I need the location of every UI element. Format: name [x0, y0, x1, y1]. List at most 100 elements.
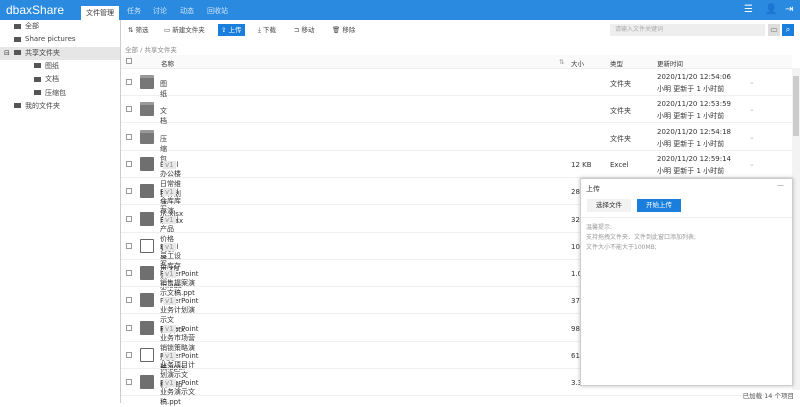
- sidebar-item[interactable]: 压缩包: [0, 87, 66, 100]
- row-checkbox[interactable]: [126, 379, 132, 386]
- row-checkbox[interactable]: [126, 270, 132, 277]
- file-size: 28: [571, 188, 580, 197]
- move-button[interactable]: ⊐ 移动: [291, 24, 318, 36]
- row-checkbox[interactable]: [126, 160, 132, 167]
- file-type: 文件夹: [610, 134, 631, 143]
- row-checkbox[interactable]: [126, 188, 132, 195]
- table-row[interactable]: 压缩包 文件夹 2020/11/20 12:54:18 小明 更新于 1 小时前 ⌄: [121, 124, 792, 163]
- chevron-down-icon[interactable]: ⌄: [749, 133, 755, 141]
- upload-button[interactable]: ⇪ 上传: [218, 24, 245, 36]
- file-size: 12 KB: [571, 160, 592, 169]
- col-type[interactable]: 类型: [610, 58, 623, 68]
- tab-tasks[interactable]: 任务: [127, 6, 141, 16]
- sidebar-item[interactable]: 文档: [0, 73, 59, 86]
- scrollbar[interactable]: [792, 68, 800, 390]
- top-bar: dbaxShare 文件管理 任务 讨论 动态 回收站 ☰ 👤 ⇥: [0, 0, 800, 20]
- xls-file-icon: [140, 184, 154, 199]
- row-checkbox[interactable]: [126, 106, 132, 113]
- minimize-icon[interactable]: —: [777, 181, 784, 189]
- search-icon[interactable]: ⌕: [782, 24, 794, 36]
- choose-file-button[interactable]: 选择文件: [587, 199, 631, 212]
- folder-search-icon[interactable]: ▭: [768, 24, 780, 36]
- row-checkbox[interactable]: [126, 242, 132, 249]
- collapse-icon[interactable]: ⊟: [4, 47, 10, 60]
- search-input[interactable]: 请输入文件关键词: [610, 24, 765, 36]
- col-name[interactable]: 名称: [161, 58, 174, 68]
- upload-label: 上传: [228, 26, 242, 34]
- folder-add-icon: ▭: [164, 26, 173, 34]
- move-label: 移动: [301, 26, 315, 34]
- updated-time: 2020/11/20 12:53:59: [657, 100, 732, 109]
- sidebar: 全部 Share pictures ⊟ 共享文件夹图纸文档压缩包我的文件夹: [0, 20, 121, 403]
- sidebar-item-label: 文档: [45, 75, 59, 84]
- version-badge: v1: [163, 242, 176, 251]
- tip-line: 文件大小不能大于100MB;: [586, 244, 657, 251]
- new-folder-button[interactable]: ▭ 新建文件夹: [161, 24, 208, 36]
- row-checkbox[interactable]: [126, 215, 132, 222]
- sidebar-item-label: 压缩包: [45, 88, 66, 97]
- download-label: 下载: [262, 26, 276, 34]
- tab-activity[interactable]: 动态: [180, 6, 194, 16]
- sidebar-item[interactable]: 图纸: [0, 60, 59, 73]
- file-size: 61: [571, 352, 580, 360]
- divider: [581, 217, 792, 218]
- user-icon[interactable]: 👤: [765, 4, 777, 15]
- ppt-file-icon: [140, 266, 154, 281]
- delete-button[interactable]: 🗑 移除: [329, 24, 358, 36]
- version-badge: v1: [163, 297, 176, 306]
- sidebar-item[interactable]: 我的文件夹: [0, 100, 60, 113]
- col-updated[interactable]: 更新时间: [657, 58, 683, 68]
- updated-by: 小明 更新于 1 小时前: [657, 166, 725, 175]
- upload-icon: ⇪: [221, 26, 229, 34]
- xls-file-icon: [140, 156, 154, 171]
- file-size: 98: [571, 324, 580, 333]
- doc-file-icon: [140, 238, 154, 253]
- version-badge: v1: [163, 270, 176, 279]
- table-row[interactable]: Excel办公楼日常维护计划演示.xlsxv112 KBExcel2020/11…: [121, 151, 792, 218]
- table-row[interactable]: 图纸 文件夹 2020/11/20 12:54:06 小明 更新于 1 小时前 ⌄: [121, 69, 792, 98]
- move-icon: ⊐: [294, 26, 302, 34]
- tab-recycle-bin[interactable]: 回收站: [207, 6, 228, 16]
- folder-icon: [34, 90, 41, 95]
- chevron-down-icon[interactable]: ⌄: [749, 78, 755, 86]
- sidebar-item-label: 共享文件夹: [25, 48, 60, 57]
- scrollbar-thumb[interactable]: [793, 76, 799, 136]
- tab-discussion[interactable]: 讨论: [153, 6, 167, 16]
- logo: dbaxShare: [6, 3, 65, 17]
- download-button[interactable]: ⤓ 下载: [255, 24, 279, 36]
- folder-icon: [34, 63, 41, 69]
- upload-panel: 上传 — 选择文件 开始上传 温馨提示: 支持拖拽文件夹、文件到此窗口添加列表;…: [580, 178, 793, 386]
- version-badge: v1: [163, 160, 176, 169]
- logout-icon[interactable]: ⇥: [785, 4, 793, 15]
- filter-button[interactable]: ⇅ 筛选: [125, 24, 152, 36]
- row-checkbox[interactable]: [126, 79, 132, 85]
- row-checkbox[interactable]: [126, 133, 132, 140]
- row-checkbox[interactable]: [126, 352, 132, 358]
- ppt-file-icon: [140, 293, 154, 308]
- sidebar-item[interactable]: 全部: [0, 20, 39, 33]
- sidebar-item-label: 图纸: [45, 61, 59, 70]
- tip-line: 支持拖拽文件夹、文件到此窗口添加列表;: [586, 234, 697, 241]
- row-checkbox[interactable]: [126, 324, 132, 331]
- filter-label: 筛选: [135, 26, 149, 34]
- select-all-checkbox[interactable]: [126, 58, 132, 64]
- start-upload-button[interactable]: 开始上传: [637, 199, 681, 212]
- folder-icon: [14, 103, 21, 109]
- sidebar-item-label: 我的文件夹: [25, 101, 60, 110]
- chevron-down-icon[interactable]: ⌄: [749, 160, 755, 168]
- filter-icon: ⇅: [128, 26, 136, 34]
- sidebar-item[interactable]: Share pictures: [0, 33, 76, 46]
- breadcrumb[interactable]: 全部 / 共享文件夹: [125, 44, 177, 54]
- row-checkbox[interactable]: [126, 297, 132, 304]
- col-size[interactable]: 大小: [571, 58, 584, 68]
- folder-file-icon: [140, 102, 154, 117]
- updated-by: 小明 更新于 1 小时前: [657, 85, 725, 93]
- sort-icon[interactable]: ⇅: [559, 58, 564, 66]
- menu-icon[interactable]: ☰: [744, 4, 753, 15]
- table-header: 名称 ⇅ 大小 类型 更新时间: [121, 55, 792, 69]
- table-row[interactable]: 文档 文件夹 2020/11/20 12:53:59 小明 更新于 1 小时前 ⌄: [121, 96, 792, 125]
- chevron-down-icon[interactable]: ⌄: [749, 105, 755, 113]
- folder-file-icon: [140, 129, 154, 144]
- sidebar-item[interactable]: ⊟ 共享文件夹: [0, 46, 120, 60]
- tab-file-management[interactable]: 文件管理: [81, 6, 119, 20]
